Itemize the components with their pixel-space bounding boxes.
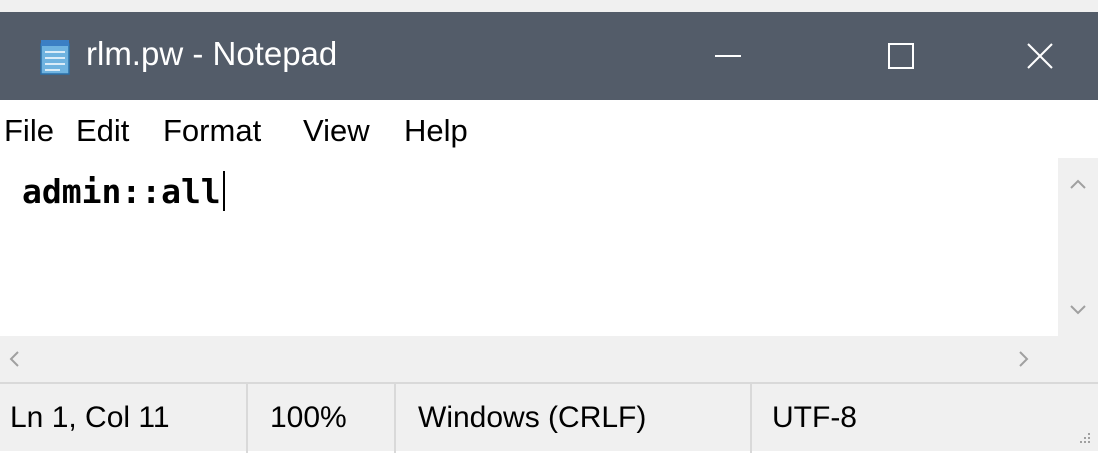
maximize-button[interactable]: [851, 12, 951, 100]
scroll-right-button[interactable]: [1012, 346, 1036, 372]
menu-help[interactable]: Help: [404, 112, 468, 150]
title-bar[interactable]: rlm.pw - Notepad: [0, 12, 1098, 100]
scroll-down-button[interactable]: [1066, 298, 1090, 322]
chevron-down-icon: [1070, 305, 1086, 315]
status-divider: [394, 384, 396, 453]
menu-view[interactable]: View: [303, 112, 370, 150]
status-bar: Ln 1, Col 11 100% Windows (CRLF) UTF-8: [0, 382, 1098, 453]
horizontal-scrollbar[interactable]: [0, 336, 1098, 382]
notepad-window: rlm.pw - Notepad File Edit Format View H…: [0, 0, 1098, 453]
scroll-left-button[interactable]: [2, 346, 26, 372]
status-line-ending: Windows (CRLF): [418, 401, 647, 434]
close-button[interactable]: [990, 12, 1090, 100]
vertical-scrollbar[interactable]: [1058, 158, 1098, 336]
minimize-button[interactable]: [678, 12, 778, 100]
chevron-right-icon: [1019, 351, 1029, 367]
menu-format[interactable]: Format: [163, 112, 261, 150]
status-encoding: UTF-8: [772, 401, 857, 434]
status-divider: [246, 384, 248, 453]
status-zoom: 100%: [270, 401, 347, 434]
menu-edit[interactable]: Edit: [76, 112, 129, 150]
text-editor[interactable]: admin::all: [0, 158, 1058, 336]
maximize-icon: [888, 43, 914, 69]
chevron-left-icon: [9, 351, 19, 367]
resize-grip-icon[interactable]: [1078, 431, 1092, 445]
window-title: rlm.pw - Notepad: [86, 35, 338, 72]
close-icon: [1027, 43, 1053, 69]
minimize-icon: [715, 55, 741, 57]
editor-text-line: admin::all: [22, 172, 221, 211]
notepad-icon: [40, 40, 70, 75]
chevron-up-icon: [1070, 179, 1086, 189]
editor-content[interactable]: admin::all: [22, 170, 225, 214]
menu-bar: File Edit Format View Help: [0, 100, 1098, 158]
status-cursor-position: Ln 1, Col 11: [10, 401, 170, 434]
text-caret: [222, 171, 225, 211]
menu-file[interactable]: File: [4, 112, 54, 150]
status-divider: [750, 384, 752, 453]
scroll-up-button[interactable]: [1066, 172, 1090, 196]
